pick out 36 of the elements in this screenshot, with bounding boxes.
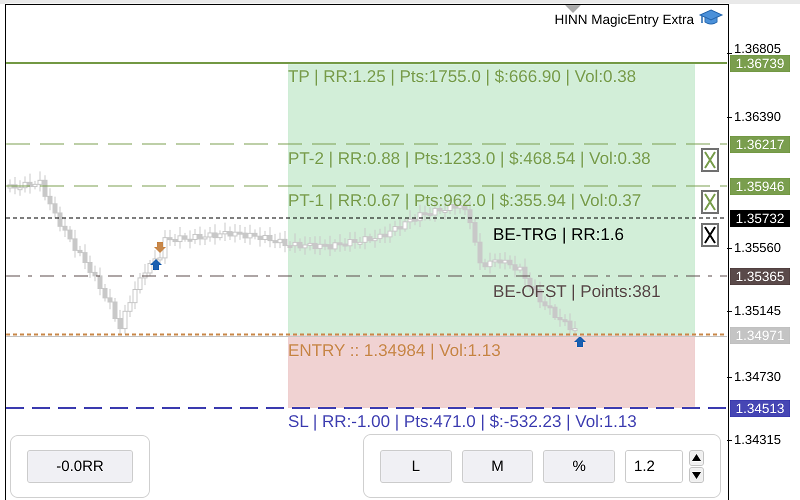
level-label: PT-2 | RR:0.88 | Pts:1233.0 | $:468.54 | Vol:0.38 bbox=[288, 149, 651, 169]
mode-button[interactable]: M bbox=[462, 450, 534, 482]
price-tag: 1.36739 bbox=[730, 55, 790, 72]
price-tick-label: 1.34730 bbox=[734, 369, 781, 385]
price-tick-label: 1.34315 bbox=[734, 432, 781, 448]
price-tick-label: 1.35560 bbox=[734, 240, 781, 256]
input-field[interactable]: 1.2 bbox=[625, 450, 684, 482]
level-label: BE-OFST | Points:381 bbox=[493, 282, 661, 302]
price-tick-label: 1.36805 bbox=[734, 41, 781, 57]
level-label: SL | RR:-1.00 | Pts:471.0 | $:-532.23 | Vol:1.13 bbox=[288, 412, 637, 432]
level-label: PT-1 | RR:0.67 | Pts:962.0 | $:355.94 | Vol:0.37 bbox=[288, 191, 642, 211]
price-tag: 1.34971 bbox=[730, 327, 790, 344]
mode-button[interactable]: L bbox=[380, 450, 452, 482]
spin-down-icon[interactable] bbox=[689, 466, 704, 482]
price-tick-label: 1.36390 bbox=[734, 109, 781, 125]
level-line[interactable] bbox=[6, 274, 728, 278]
level-label: TP | RR:1.25 | Pts:1755.0 | $:666.90 | Vol:0.38 bbox=[288, 67, 636, 87]
close-checkbox-icon[interactable] bbox=[701, 190, 719, 214]
price-tag: 1.35732 bbox=[730, 210, 790, 227]
price-tag: 1.36217 bbox=[730, 136, 790, 153]
indicator-title: HINN MagicEntry Extra bbox=[554, 12, 694, 27]
arrow-up-icon bbox=[574, 335, 586, 347]
close-checkbox-icon[interactable] bbox=[701, 148, 719, 172]
arrow-up-icon bbox=[150, 258, 162, 270]
level-line[interactable] bbox=[6, 406, 728, 410]
close-checkbox-icon[interactable] bbox=[701, 223, 719, 247]
price-tick-label: 1.35145 bbox=[734, 303, 781, 319]
price-tag: 1.34513 bbox=[730, 400, 790, 417]
level-label: ENTRY :: 1.34984 | Vol:1.13 bbox=[288, 341, 501, 361]
mode-button[interactable]: % bbox=[543, 450, 616, 482]
arrow-down-icon bbox=[154, 242, 166, 254]
price-tag: 1.35365 bbox=[730, 268, 790, 285]
spin-up-icon[interactable] bbox=[689, 450, 704, 466]
price-tag: 1.35946 bbox=[730, 178, 790, 195]
rr-button[interactable]: -0.0RR bbox=[27, 450, 133, 483]
level-label: BE-TRG | RR:1.6 bbox=[493, 225, 624, 245]
